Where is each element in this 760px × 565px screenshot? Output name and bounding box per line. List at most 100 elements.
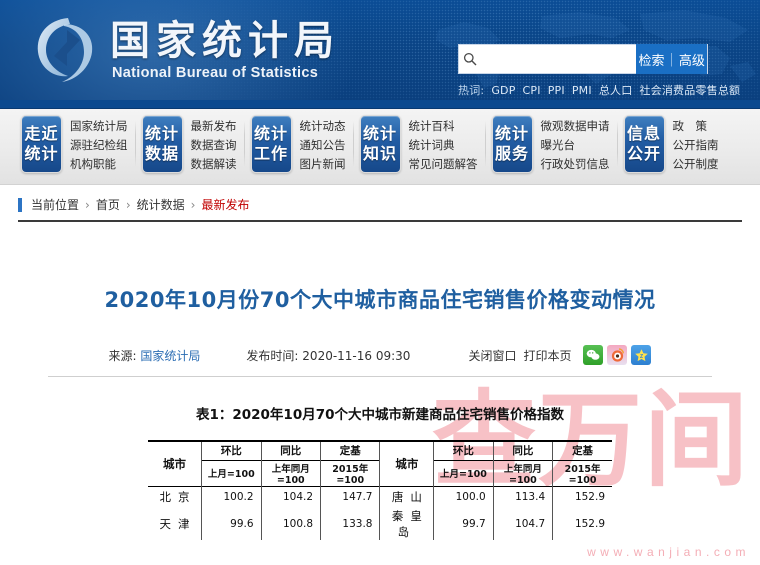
article-actions: 关闭窗口 打印本页 <box>468 347 571 364</box>
breadcrumb-marker-icon <box>18 197 22 212</box>
nav-link-data-interpretation[interactable]: 数据解读 <box>191 156 237 172</box>
nav-link-penalty-info[interactable]: 行政处罚信息 <box>541 156 610 172</box>
nav-links-statistical-work: 统计动态 通知公告 图片新闻 <box>300 115 346 172</box>
table-row: 天津 99.6 100.8 133.8 秦皇岛 99.7 104.7 152.9 <box>148 508 612 540</box>
table-wrap: 城市 环比 同比 定基 城市 环比 同比 定基 上月=100 上年同月=100 … <box>0 440 760 540</box>
hotword-ppi[interactable]: PPI <box>548 84 565 97</box>
nav-link-dictionary[interactable]: 统计词典 <box>409 137 478 153</box>
breadcrumb-current: 最新发布 <box>201 198 250 212</box>
source-label: 来源: <box>108 348 137 363</box>
site-header: 国家统计局 National Bureau of Statistics 检索 |… <box>0 0 760 100</box>
nav-link-faq[interactable]: 常见问题解答 <box>409 156 478 172</box>
nav-link-announcements[interactable]: 通知公告 <box>300 137 346 153</box>
search-icon <box>459 52 481 66</box>
nav-group-approach-statistics[interactable]: 走近 统计 国家统计局 源驻纪检组 机构职能 <box>14 115 135 173</box>
cell-city-left: 天津 <box>148 508 203 540</box>
search-button-separator: | <box>669 51 674 67</box>
hotwords-label: 热词: <box>458 84 485 97</box>
nav-link-microdata-application[interactable]: 微观数据申请 <box>541 118 610 134</box>
article: 2020年10月份70个大中城市商品住宅销售价格变动情况 来源: 国家统计局 发… <box>0 222 760 540</box>
hotword-retail-sales[interactable]: 社会消费品零售总额 <box>639 82 740 98</box>
breadcrumb-sep-3: › <box>190 197 196 212</box>
nav-group-statistical-knowledge[interactable]: 统计 知识 统计百科 统计词典 常见问题解答 <box>352 115 485 173</box>
qzone-share-icon[interactable]: Z <box>631 345 652 365</box>
cell-yoy-right: 113.4 <box>492 486 554 508</box>
nav-badge-statistical-service[interactable]: 统计 服务 <box>491 115 533 173</box>
cell-base-left: 133.8 <box>320 508 381 540</box>
th-yoy-left: 同比 <box>260 440 322 460</box>
weibo-share-icon[interactable] <box>607 345 628 365</box>
nav-group-information-disclosure[interactable]: 信息 公开 政 策 公开指南 公开制度 <box>616 115 726 173</box>
nav-badge-line2: 知识 <box>362 144 397 163</box>
nav-badge-statistical-data[interactable]: 统计 数据 <box>141 115 183 173</box>
nav-group-statistical-service[interactable]: 统计 服务 微观数据申请 曝光台 行政处罚信息 <box>484 115 617 173</box>
cell-mom-left: 100.2 <box>201 486 262 508</box>
cell-city-left: 北京 <box>148 486 203 508</box>
nav-badge-information-disclosure[interactable]: 信息 公开 <box>623 115 665 173</box>
breadcrumb-wrap: 当前位置 › 首页 › 统计数据 › 最新发布 <box>0 185 760 213</box>
nav-link-discipline-group[interactable]: 源驻纪检组 <box>70 137 128 153</box>
site-logo-area[interactable]: 国家统计局 National Bureau of Statistics <box>34 14 340 86</box>
breadcrumb-sep-1: › <box>85 197 90 212</box>
wechat-share-icon[interactable] <box>583 345 604 365</box>
hotword-pmi[interactable]: PMI <box>572 84 592 97</box>
nav-group-statistical-data[interactable]: 统计 数据 最新发布 数据查询 数据解读 <box>134 115 244 173</box>
hotword-total-population[interactable]: 总人口 <box>599 82 633 98</box>
cell-yoy-right: 104.7 <box>492 508 554 540</box>
time-label: 发布时间: <box>246 348 299 363</box>
search-box[interactable]: 检索 | 高级 <box>458 44 708 74</box>
hotword-cpi[interactable]: CPI <box>523 84 541 97</box>
close-window-link[interactable]: 关闭窗口 <box>468 347 516 364</box>
nav-link-policy[interactable]: 政 策 <box>673 118 719 134</box>
nav-link-encyclopedia[interactable]: 统计百科 <box>409 118 478 134</box>
th-yoy-right: 同比 <box>492 440 554 460</box>
nav-link-disclosure-guide[interactable]: 公开指南 <box>673 137 719 153</box>
article-divider <box>48 376 712 377</box>
table-body: 北京 100.2 104.2 147.7 唐山 100.0 113.4 152.… <box>148 486 612 540</box>
nav-link-org-functions[interactable]: 机构职能 <box>70 156 128 172</box>
main-nav: 走近 统计 国家统计局 源驻纪检组 机构职能 统计 数据 最新发布 数据查询 数… <box>0 109 760 185</box>
search-submit-button[interactable]: 检索 | 高级 <box>636 44 707 74</box>
nav-badge-line1: 统计 <box>253 124 288 143</box>
breadcrumb-label: 当前位置 <box>31 198 80 212</box>
nav-badge-line2: 统计 <box>24 144 59 163</box>
article-publish-time: 发布时间: 2020-11-16 09:30 <box>246 347 410 364</box>
nav-badge-statistical-knowledge[interactable]: 统计 知识 <box>359 115 401 173</box>
watermark-url: www.wanjian.com <box>587 545 750 559</box>
source-value[interactable]: 国家统计局 <box>140 349 200 363</box>
nav-links-statistical-service: 微观数据申请 曝光台 行政处罚信息 <box>541 115 610 172</box>
nav-link-disclosure-system[interactable]: 公开制度 <box>673 156 719 172</box>
nav-link-photo-news[interactable]: 图片新闻 <box>300 156 346 172</box>
nav-link-latest-release[interactable]: 最新发布 <box>191 118 237 134</box>
th-city-right: 城市 <box>379 440 435 486</box>
brand-title-cn: 国家统计局 <box>110 18 340 64</box>
print-page-link[interactable]: 打印本页 <box>523 347 571 364</box>
cell-yoy-left: 100.8 <box>260 508 322 540</box>
breadcrumb-item-statistical-data[interactable]: 统计数据 <box>137 196 185 213</box>
table-header-row-groups: 城市 环比 同比 定基 城市 环比 同比 定基 <box>148 440 612 486</box>
hotwords-bar: 热词: GDP CPI PPI PMI 总人口 社会消费品零售总额 <box>458 82 740 98</box>
nav-badge-line1: 走近 <box>24 124 59 143</box>
breadcrumb-item-home[interactable]: 首页 <box>96 196 120 213</box>
cell-city-right: 唐山 <box>379 486 435 508</box>
nav-link-data-query[interactable]: 数据查询 <box>191 137 237 153</box>
nav-link-exposure-desk[interactable]: 曝光台 <box>541 137 610 153</box>
nav-badge-line1: 统计 <box>494 124 529 143</box>
nav-badge-statistical-work[interactable]: 统计 工作 <box>250 115 292 173</box>
search-input[interactable] <box>481 46 637 72</box>
hotword-gdp[interactable]: GDP <box>491 84 515 97</box>
advanced-search-label[interactable]: 高级 <box>679 50 705 69</box>
nav-badge-approach-statistics[interactable]: 走近 统计 <box>21 115 62 173</box>
brand-title-en: National Bureau of Statistics <box>112 65 319 81</box>
th-base-left: 定基 <box>320 440 381 460</box>
nav-link-statistical-news[interactable]: 统计动态 <box>300 118 346 134</box>
th-base-right: 定基 <box>552 440 612 460</box>
nav-links-approach-statistics: 国家统计局 源驻纪检组 机构职能 <box>70 115 128 172</box>
nav-link-nbs[interactable]: 国家统计局 <box>70 118 128 134</box>
cell-base-right: 152.9 <box>552 508 612 540</box>
nav-group-statistical-work[interactable]: 统计 工作 统计动态 通知公告 图片新闻 <box>243 115 353 173</box>
nav-badge-line2: 工作 <box>253 144 288 163</box>
nav-links-statistical-knowledge: 统计百科 统计词典 常见问题解答 <box>409 115 478 172</box>
article-meta: 来源: 国家统计局 发布时间: 2020-11-16 09:30 关闭窗口 打印… <box>0 345 760 365</box>
search-button-label: 检索 <box>638 53 665 69</box>
